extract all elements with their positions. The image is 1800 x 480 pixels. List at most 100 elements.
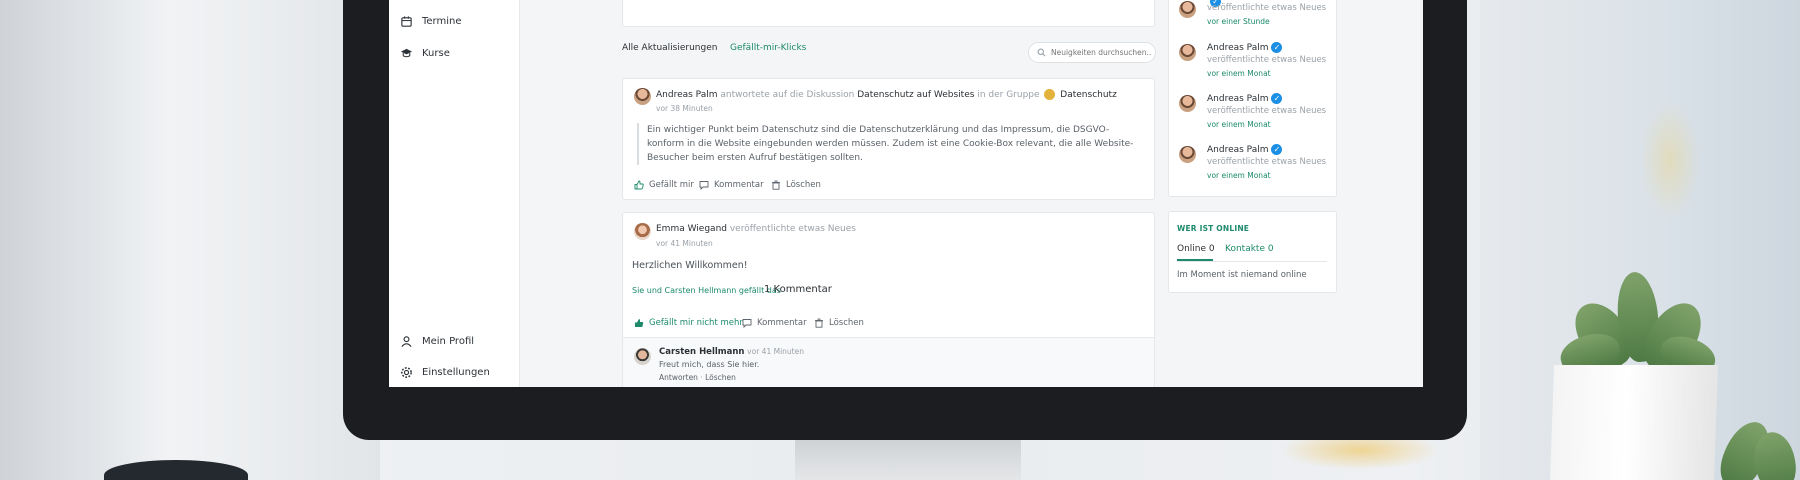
thumbs-up-icon	[634, 180, 644, 190]
post-author[interactable]: Andreas Palm	[656, 90, 717, 100]
post-verb: veröffentlichte etwas Neues	[729, 224, 856, 234]
comment-delete-link[interactable]: Löschen	[705, 373, 736, 382]
activity-text: veröffentlichte etwas Neues	[1207, 3, 1327, 13]
unlike-button[interactable]: Gefällt mir nicht mehr	[634, 318, 743, 328]
trash-icon	[815, 318, 823, 328]
comment-icon	[699, 181, 709, 190]
activity-name: Andreas Palm	[1207, 145, 1269, 155]
action-label: Gefällt mir	[649, 180, 694, 190]
activity-time: vor einer Stunde	[1207, 17, 1270, 26]
activity-time: vor einem Monat	[1207, 120, 1271, 129]
activity-name-row: Andreas Palm ✓	[1207, 144, 1283, 155]
action-label: Löschen	[786, 180, 821, 190]
tab-online[interactable]: Online 0	[1177, 244, 1215, 254]
discussion-link[interactable]: Datenschutz auf Websites	[857, 90, 974, 100]
comment-author[interactable]: Carsten Hellmann	[659, 347, 744, 357]
who-is-online-widget: WER IST ONLINE Online 0 Kontakte 0 Im Mo…	[1168, 211, 1337, 293]
activity-time: vor einem Monat	[1207, 69, 1271, 78]
action-label: Kommentar	[757, 318, 807, 328]
likes-summary[interactable]: Sie und Carsten Hellmann gefällt das	[632, 286, 781, 295]
tab-gefaellt-mir-klicks[interactable]: Gefällt-mir-Klicks	[730, 43, 806, 53]
graduation-cap-icon	[400, 48, 413, 58]
gear-icon	[401, 367, 412, 378]
sidebar-item-kurse[interactable]: Kurse	[400, 47, 450, 60]
action-label: Löschen	[829, 318, 864, 328]
monitor-stand	[795, 440, 1021, 480]
activity-time: vor einem Monat	[1207, 171, 1271, 180]
tab-divider	[1177, 261, 1327, 262]
trash-icon	[772, 180, 780, 190]
background-blur-left	[0, 0, 380, 480]
thumbs-up-filled-icon	[635, 319, 644, 327]
activity-text: veröffentlichte etwas Neues	[1207, 55, 1327, 65]
quote-line: konform in die Website eingebunden werde…	[647, 139, 1134, 149]
group-link[interactable]: Datenschutz	[1060, 90, 1117, 100]
tab-alle-aktualisierungen[interactable]: Alle Aktualisierungen	[622, 43, 717, 53]
activity-name: Andreas Palm	[1207, 43, 1269, 53]
delete-button[interactable]: Löschen	[814, 318, 864, 328]
avatar	[1179, 95, 1196, 112]
user-icon	[401, 336, 412, 347]
widget-title: WER IST ONLINE	[1177, 224, 1250, 233]
quote-line: Besucher beim ersten Aufruf bestätigen s…	[647, 153, 863, 163]
plant-pot	[1549, 365, 1719, 480]
sidebar-item-termine[interactable]: Termine	[400, 15, 462, 28]
post-body: Herzlichen Willkommen!	[632, 260, 748, 271]
comment-thread: Carsten Hellmann vor 41 Minuten Freut mi…	[623, 337, 1154, 387]
background-light-spot	[1640, 100, 1700, 220]
post-verb: antwortete auf die Diskussion	[720, 90, 855, 100]
avatar	[1179, 44, 1196, 61]
sidebar-item-einstellungen[interactable]: Einstellungen	[400, 366, 490, 379]
activity-text: veröffentlichte etwas Neues	[1207, 106, 1327, 116]
comment-button[interactable]: Kommentar	[699, 180, 764, 190]
tab-kontakte[interactable]: Kontakte 0	[1225, 244, 1274, 254]
post-time: vor 38 Minuten	[656, 104, 713, 113]
avatar	[634, 348, 651, 365]
sidebar: Termine Kurse Mein Profil Einstellungen	[389, 0, 520, 387]
verified-badge-icon: ✓	[1271, 93, 1283, 104]
comment-actions: Antworten · Löschen	[659, 373, 736, 382]
comment-time: vor 41 Minuten	[747, 347, 804, 356]
post-header: Andreas Palm antwortete auf die Diskussi…	[656, 89, 1117, 100]
quote-line: Ein wichtiger Punkt beim Datenschutz sin…	[647, 125, 1110, 135]
sidebar-item-label: Mein Profil	[422, 336, 475, 347]
search-icon	[1037, 48, 1046, 57]
verified-badge-icon: ✓	[1271, 144, 1283, 155]
comment-header: Carsten Hellmann vor 41 Minuten	[659, 347, 804, 357]
sidebar-item-label: Kurse	[422, 48, 450, 59]
post-time: vor 41 Minuten	[656, 239, 713, 248]
composer-card	[622, 0, 1155, 27]
verified-badge-icon: ✓	[1271, 42, 1283, 53]
online-empty-text: Im Moment ist niemand online	[1177, 270, 1307, 280]
reply-link[interactable]: Antworten	[659, 373, 698, 382]
action-label: Gefällt mir nicht mehr	[649, 318, 743, 328]
search-input[interactable]	[1051, 48, 1151, 57]
search-box[interactable]	[1028, 42, 1156, 63]
sidebar-item-mein-profil[interactable]: Mein Profil	[400, 335, 474, 348]
app-screen: Termine Kurse Mein Profil Einstellungen …	[389, 0, 1423, 387]
group-icon	[1044, 89, 1056, 100]
quote-block: Ein wichtiger Punkt beim Datenschutz sin…	[637, 123, 1137, 165]
avatar	[1179, 146, 1196, 163]
delete-button[interactable]: Löschen	[771, 180, 821, 190]
latest-updates-widget: ✓ veröffentlichte etwas Neues vor einer …	[1168, 0, 1337, 197]
group-prefix: in der Gruppe	[977, 90, 1040, 100]
comment-button[interactable]: Kommentar	[742, 318, 807, 328]
activity-post: Emma Wiegand veröffentlichte etwas Neues…	[622, 212, 1155, 387]
activity-name-row: Andreas Palm ✓	[1207, 93, 1283, 104]
activity-post: Andreas Palm antwortete auf die Diskussi…	[622, 78, 1155, 200]
activity-text: veröffentlichte etwas Neues	[1207, 157, 1327, 167]
comment-icon	[742, 319, 752, 328]
post-author[interactable]: Emma Wiegand	[656, 224, 727, 234]
activity-name-row: Andreas Palm ✓	[1207, 42, 1283, 53]
avatar	[1179, 1, 1196, 18]
sidebar-item-label: Einstellungen	[422, 367, 490, 378]
action-label: Kommentar	[714, 180, 764, 190]
comment-count[interactable]: 1 Kommentar	[764, 284, 832, 295]
activity-name: Andreas Palm	[1207, 94, 1269, 104]
sidebar-item-label: Termine	[422, 16, 462, 27]
avatar	[634, 223, 651, 240]
comment-text: Freut mich, dass Sie hier.	[659, 360, 760, 369]
like-button[interactable]: Gefällt mir	[634, 180, 694, 190]
avatar	[634, 88, 651, 105]
